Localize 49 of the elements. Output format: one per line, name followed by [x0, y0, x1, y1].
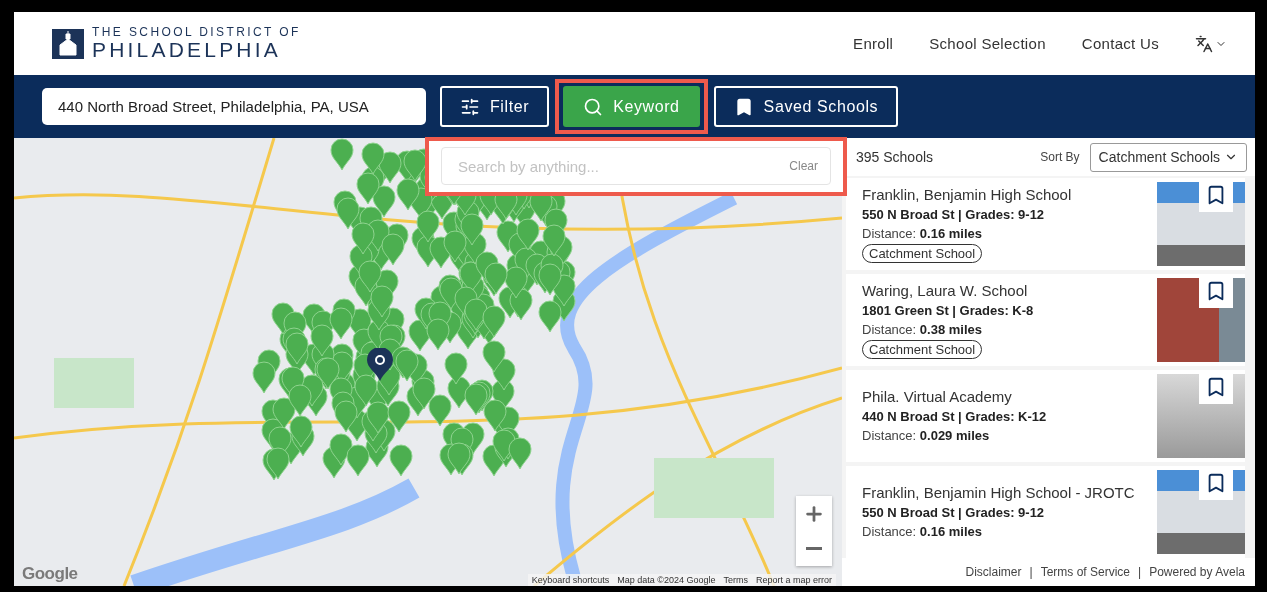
clear-button[interactable]: Clear [789, 159, 818, 173]
footer-link[interactable]: Terms of Service [1040, 565, 1131, 579]
sort-label: Sort By [1040, 150, 1080, 164]
address-field[interactable]: 440 North Broad Street, Philadelphia, PA, USA [42, 88, 426, 125]
school-address: 550 N Broad St | Grades: 9-12 [862, 504, 1046, 522]
nav-link[interactable]: School Selection [929, 35, 1046, 52]
saved-schools-button[interactable]: Saved Schools [713, 86, 899, 127]
separator: | [1029, 565, 1033, 579]
school-address: 1801 Green St | Grades: K-8 [862, 302, 1035, 320]
school-card[interactable]: Franklin, Benjamin High School - JROTC 550 N Broad St | Grades: 9-12 Distance: 0.16 miles [846, 466, 1245, 558]
school-card[interactable]: Phila. Virtual Academy 440 N Broad St | Grades: K-12 Distance: 0.029 miles [846, 370, 1245, 462]
filter-button[interactable]: Filter [440, 86, 550, 127]
schoolhouse-logo-icon [52, 28, 84, 59]
school-distance: Distance: 0.16 miles [862, 523, 983, 541]
nav-link[interactable]: Contact Us [1081, 35, 1159, 52]
nav-link[interactable]: Enroll [853, 35, 894, 52]
attribution-link[interactable]: Map data ©2024 Google [617, 575, 716, 585]
school-name: Franklin, Benjamin High School - JROTC [862, 483, 1136, 503]
attribution-link[interactable]: Keyboard shortcuts [531, 575, 610, 585]
logo-text: THE SCHOOL DISTRICT OF [92, 26, 301, 39]
language-menu-button[interactable] [1195, 34, 1227, 53]
separator: | [1138, 565, 1142, 579]
search-icon [583, 96, 604, 117]
school-distance: Distance: 0.16 miles [862, 225, 983, 243]
minus-icon [806, 547, 822, 550]
attribution-link[interactable]: Report a map error [755, 575, 832, 585]
attribution-link[interactable]: Terms [723, 575, 748, 585]
footer-link[interactable]: Powered by Avela [1149, 565, 1245, 579]
keyword-search-field[interactable]: Search by anything... Clear [441, 147, 831, 185]
school-name: Waring, Laura W. School [862, 281, 1029, 301]
map-logo: Google [22, 564, 78, 584]
school-name: Phila. Virtual Academy [862, 387, 1013, 407]
map-drawing[interactable] [14, 138, 842, 586]
school-address: 550 N Broad St | Grades: 9-12 [862, 206, 1046, 224]
school-distance: Distance: 0.029 miles [862, 427, 991, 445]
school-card[interactable]: Waring, Laura W. School 1801 Green St | Grades: K-8 Distance: 0.38 miles Catchment School [846, 274, 1245, 366]
footer-link[interactable]: Disclaimer [965, 565, 1022, 579]
logo-text: PHILADELPHIA [92, 39, 282, 61]
result-count: 395 Schools [856, 149, 934, 165]
sort-dropdown[interactable]: Catchment Schools [1089, 142, 1247, 172]
sliders-icon [460, 96, 480, 117]
school-distance: Distance: 0.38 miles [862, 321, 983, 339]
school-address: 440 N Broad St | Grades: K-12 [862, 408, 1048, 426]
school-card[interactable]: Franklin, Benjamin High School 550 N Broad St | Grades: 9-12 Distance: 0.16 miles Catchment School [846, 178, 1245, 270]
translate-icon [1195, 34, 1213, 53]
zoom-out-button[interactable] [796, 531, 832, 566]
zoom-in-button[interactable] [796, 496, 832, 531]
school-name: Franklin, Benjamin High School [862, 185, 1073, 205]
location-pin-icon [366, 348, 394, 382]
